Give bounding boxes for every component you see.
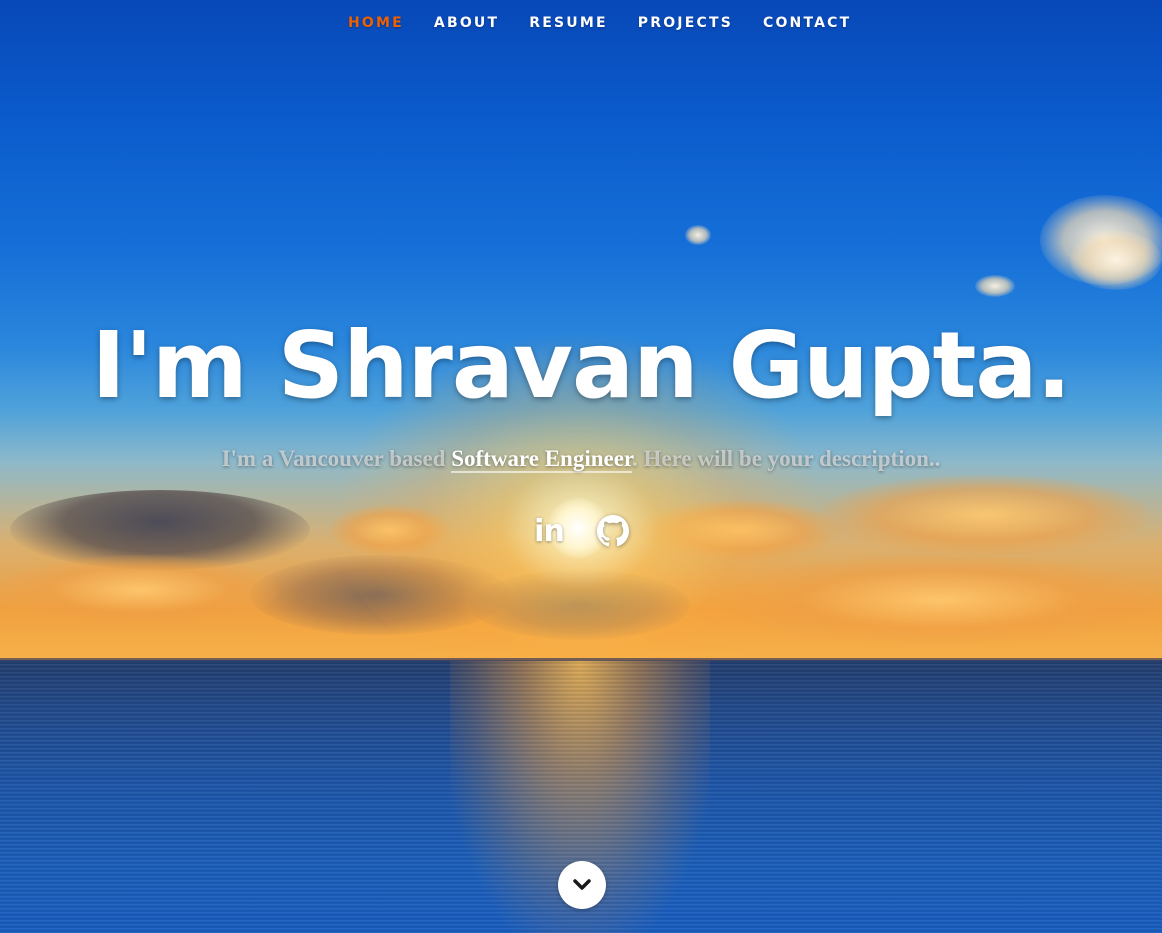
nav-link-home[interactable]: HOME [348,15,404,31]
nav-item-about: ABOUT [419,14,514,32]
cloud [0,555,280,625]
cloud [975,275,1015,297]
nav-link-contact[interactable]: CONTACT [763,15,851,31]
tagline: I'm a Vancouver based Software Engineer.… [0,446,1162,473]
nav-item-contact: CONTACT [748,14,866,32]
main-nav: HOME ABOUT RESUME PROJECTS CONTACT [0,0,1162,48]
tagline-highlight[interactable]: Software Engineer [451,446,633,473]
linkedin-link[interactable]: in [532,513,566,549]
headline: I'm Shravan Gupta. [91,312,1072,419]
nav-item-home: HOME [333,14,419,32]
horizon-line [0,658,1162,661]
nav-list: HOME ABOUT RESUME PROJECTS CONTACT [333,14,866,32]
nav-link-about[interactable]: ABOUT [434,15,499,31]
github-link[interactable] [596,514,630,548]
cloud [685,225,711,245]
cloud [1070,230,1162,290]
scroll-down-button[interactable] [558,861,606,909]
chevron-down-icon [573,879,591,890]
nav-link-projects[interactable]: PROJECTS [638,15,733,31]
banner: I'm Shravan Gupta. I'm a Vancouver based… [0,306,1162,549]
linkedin-icon: in [534,513,565,549]
nav-item-projects: PROJECTS [623,14,748,32]
tagline-prefix: I'm a Vancouver based [221,446,452,471]
nav-link-resume[interactable]: RESUME [529,15,608,31]
github-icon [597,515,629,547]
hero-section: HOME ABOUT RESUME PROJECTS CONTACT I'm S… [0,0,1162,933]
tagline-suffix: . Here will be your description.. [632,446,941,471]
social-links: in [0,513,1162,549]
nav-item-resume: RESUME [514,14,623,32]
